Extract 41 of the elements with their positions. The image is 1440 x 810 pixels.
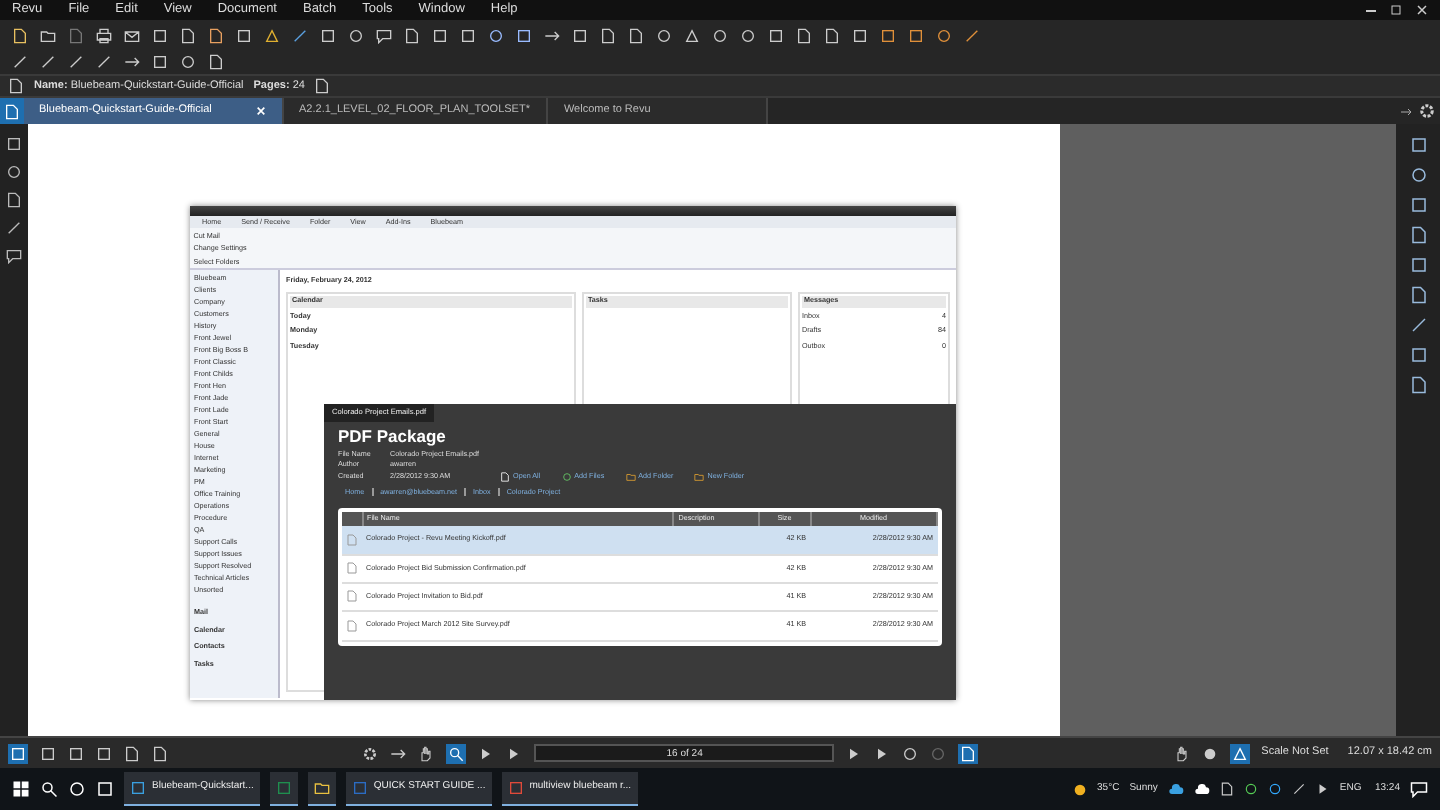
panel-icon[interactable] xyxy=(152,27,168,43)
separator xyxy=(464,488,467,497)
action-icon xyxy=(625,471,636,482)
separator xyxy=(497,488,500,497)
new-document-icon[interactable] xyxy=(12,27,28,43)
pan-icon[interactable] xyxy=(418,745,435,761)
file-icon xyxy=(346,533,358,546)
folder-icon[interactable] xyxy=(40,27,56,43)
envelope-icon[interactable] xyxy=(124,27,140,43)
rectangle-icon[interactable] xyxy=(152,54,168,70)
action-icon xyxy=(500,471,511,482)
minimize-icon[interactable] xyxy=(1366,9,1376,11)
ellipse-icon[interactable] xyxy=(180,54,196,70)
file-icon xyxy=(346,562,358,575)
app-icon xyxy=(351,780,368,796)
file-icon xyxy=(346,590,358,603)
close-icon[interactable] xyxy=(1416,4,1428,16)
printer-icon[interactable] xyxy=(96,27,112,43)
app-icon xyxy=(275,780,292,796)
app-icon xyxy=(130,780,146,796)
search-icon[interactable] xyxy=(40,780,58,798)
taskbar-item[interactable] xyxy=(307,772,336,806)
start-icon[interactable] xyxy=(12,780,30,798)
restore-icon[interactable] xyxy=(1390,4,1402,16)
zoom-icon[interactable] xyxy=(448,745,465,761)
line-icon[interactable] xyxy=(12,54,28,70)
document-icon[interactable] xyxy=(8,78,24,94)
notification-icon[interactable] xyxy=(1410,780,1428,798)
comment-icon[interactable] xyxy=(376,27,392,43)
app-icon xyxy=(507,780,524,796)
rectangle-icon[interactable] xyxy=(908,27,924,43)
last-page-icon[interactable] xyxy=(874,745,891,761)
app-icon xyxy=(313,780,330,796)
weather-icon xyxy=(1071,781,1088,797)
circle-icon[interactable] xyxy=(348,27,364,43)
next-page-icon[interactable] xyxy=(846,745,863,761)
action-icon xyxy=(694,471,705,482)
taskbar-item[interactable] xyxy=(269,772,298,806)
package-title: PDF Package xyxy=(338,424,448,450)
action-icon xyxy=(561,471,572,482)
file-icon xyxy=(346,619,358,632)
